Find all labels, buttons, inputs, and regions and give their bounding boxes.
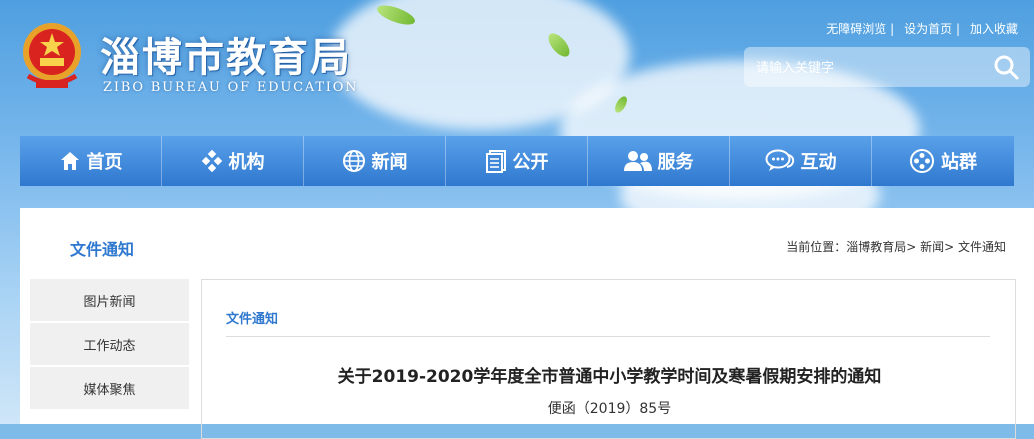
main-nav: 首页 机构 新闻 公开 服务 互动 站群 [20, 136, 1014, 186]
accessibility-link[interactable]: 无障碍浏览 | [826, 20, 894, 37]
sidebar-item-media-focus[interactable]: 媒体聚焦 [30, 367, 189, 409]
nav-label: 机构 [228, 152, 265, 173]
sidebar-item-work-updates[interactable]: 工作动态 [30, 323, 189, 365]
nav-item-public[interactable]: 公开 [446, 136, 588, 186]
site-title: 淄博市教育局 [100, 35, 352, 81]
nav-label: 公开 [512, 152, 549, 173]
sidebar-item-photo-news[interactable]: 图片新闻 [30, 279, 189, 321]
nav-label: 新闻 [371, 152, 408, 173]
top-links: 无障碍浏览 | 设为首页 | 加入收藏 [816, 20, 1018, 37]
home-icon [60, 152, 79, 170]
nav-item-organization[interactable]: 机构 [162, 136, 304, 186]
document-icon [485, 150, 506, 173]
chat-icon [765, 149, 794, 171]
search-box [744, 47, 1030, 87]
main-heading: 文件通知 [226, 312, 279, 327]
nav-label: 首页 [86, 152, 123, 173]
site-subtitle: ZIBO BUREAU OF EDUCATION [103, 80, 359, 95]
search-input[interactable] [754, 56, 978, 80]
national-emblem-logo [23, 23, 81, 88]
article-container: 文件通知 关于2019-2020学年度全市普通中小学教学时间及寒暑假期安排的通知… [201, 279, 1016, 439]
nav-item-news[interactable]: 新闻 [304, 136, 446, 186]
article-document-number: 便函（2019）85号 [547, 401, 672, 417]
nav-label: 互动 [800, 152, 837, 173]
breadcrumb: 当前位置：淄博教育局> 新闻> 文件通知 [786, 240, 1006, 254]
divider [226, 336, 990, 337]
people-icon [623, 151, 652, 171]
content-panel: 文件通知 当前位置：淄博教育局> 新闻> 文件通知 图片新闻 工作动态 媒体聚焦… [20, 208, 1034, 439]
article-title: 关于2019-2020学年度全市普通中小学教学时间及寒暑假期安排的通知 [337, 367, 882, 387]
diamonds-icon [201, 150, 222, 172]
globe-icon [342, 150, 365, 172]
add-favorite-link[interactable]: 加入收藏 [970, 20, 1018, 37]
compass-icon [910, 149, 934, 173]
sidebar: 图片新闻 工作动态 媒体聚焦 [30, 279, 189, 411]
nav-label: 站群 [941, 152, 977, 173]
nav-item-home[interactable]: 首页 [20, 136, 162, 186]
search-icon[interactable] [992, 53, 1020, 81]
set-homepage-link[interactable]: 设为首页 | [904, 20, 960, 37]
section-title: 文件通知 [70, 240, 135, 259]
nav-item-sites[interactable]: 站群 [872, 136, 1014, 186]
nav-item-interaction[interactable]: 互动 [730, 136, 872, 186]
nav-item-service[interactable]: 服务 [588, 136, 730, 186]
nav-label: 服务 [657, 152, 694, 173]
